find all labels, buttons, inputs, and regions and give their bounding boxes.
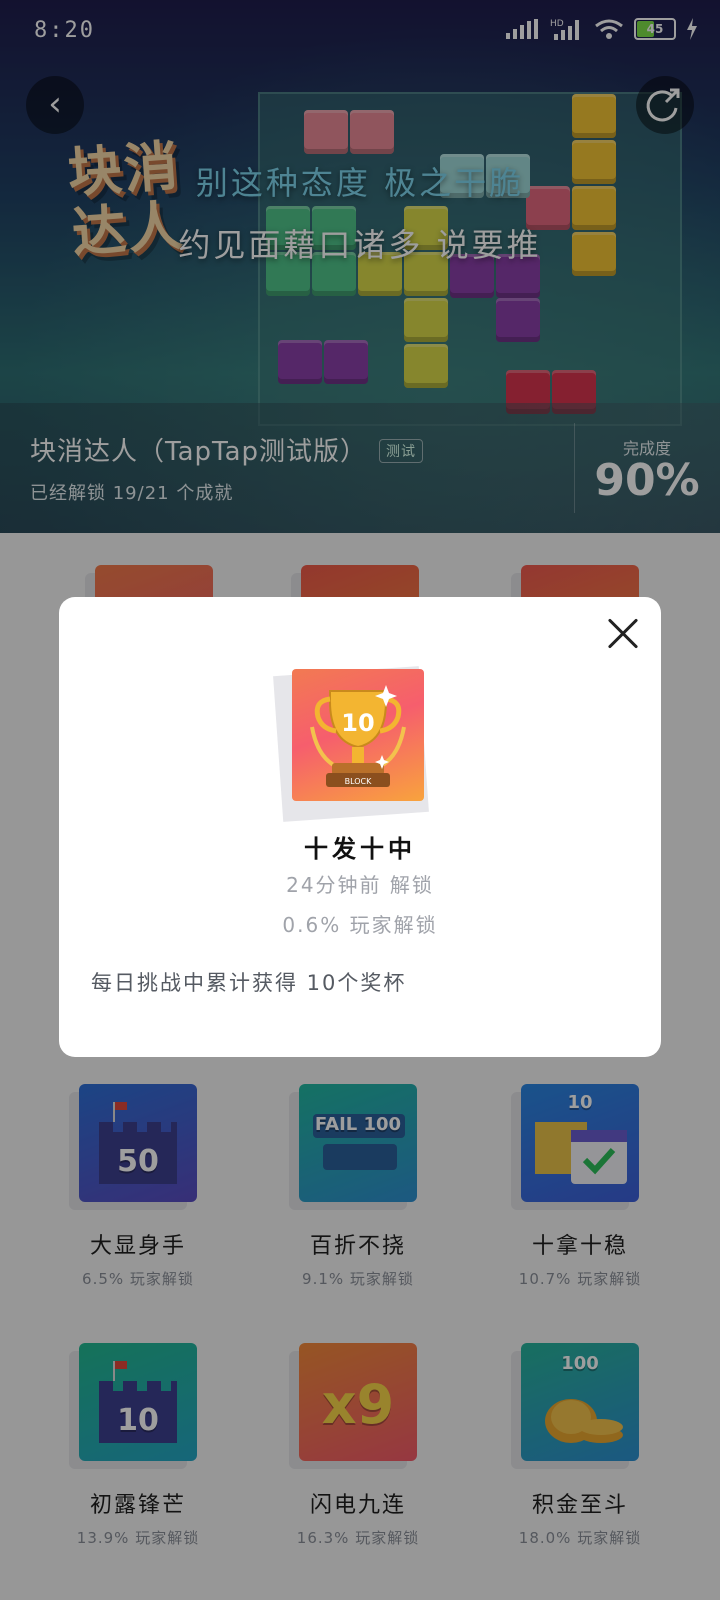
achievement-description: 每日挑战中累计获得 10个奖杯 (91, 971, 407, 995)
unlock-time: 24分钟前 解锁 (286, 873, 434, 897)
trophy-graphic: BLOCK 10 (310, 685, 406, 787)
badge-plate-text: BLOCK (345, 777, 373, 786)
unlock-rate: 0.6% 玩家解锁 (282, 913, 438, 937)
achievement-detail-dialog: BLOCK 10 十发十中 24分钟前 解锁 0.6% 玩家解锁 每日挑战中累计… (59, 597, 661, 1057)
achievement-badge: BLOCK 10 (273, 659, 438, 822)
badge-number: 10 (341, 709, 374, 737)
achievement-title: 十发十中 (304, 835, 416, 863)
trophy-10-icon: BLOCK 10 (292, 669, 424, 801)
close-button[interactable] (605, 615, 641, 651)
